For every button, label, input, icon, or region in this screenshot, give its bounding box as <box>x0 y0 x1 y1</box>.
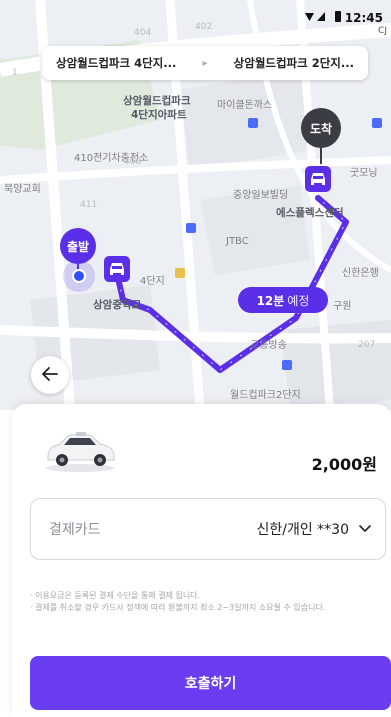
location-dot-icon <box>72 269 86 283</box>
taxi-icon <box>305 166 331 192</box>
map-label-road-406: 406 <box>124 157 142 167</box>
map-label-restaurant: 마이클돈까스 <box>217 100 273 111</box>
booking-sheet: 2,000원 결제카드 신한/개인 **30 · 이용요금은 등록된 결제 수단… <box>12 404 391 717</box>
status-bar: 12:45 <box>304 10 383 25</box>
payment-note: · 결제를 취소할 경우 카드사 정책에 따라 환불까지 최소 2~3일까지 소… <box>30 603 326 612</box>
map-label-apt4-sub: 4단지아파트 <box>131 109 187 121</box>
map-label-broadcast: 교통방송 <box>250 340 287 351</box>
route-destination[interactable]: 상암월드컵파크 2단지... <box>234 55 354 71</box>
chevron-right-icon: ▸ <box>202 57 208 69</box>
map-label-road-404: 404 <box>134 28 152 38</box>
battery-icon <box>334 10 341 25</box>
car-icon <box>42 426 118 476</box>
signal-icon <box>304 11 331 25</box>
destination-marker[interactable]: 도착 <box>301 108 341 148</box>
map-label-road-207: 207 <box>358 340 376 350</box>
destination-label: 도착 <box>309 121 333 136</box>
map-label-school-num: 4단지 <box>140 276 165 287</box>
map-label-goodmorning: 굿모닝 <box>350 168 378 179</box>
origin-label: 출발 <box>66 239 90 254</box>
map-label-jtbc: JTBC <box>226 236 249 247</box>
payment-value[interactable]: 신한/개인 **30 <box>256 519 349 539</box>
payment-method-select[interactable]: 결제카드 신한/개인 **30 <box>30 498 386 560</box>
map-label-es-center: 에스플렉스센터 <box>276 207 344 219</box>
map-label-jungang: 중앙일보빌딩 <box>233 190 289 201</box>
fare-amount: 2,000원 <box>311 455 377 474</box>
eta-suffix: 예정 <box>287 293 310 308</box>
map-label-school: 상암중학교 <box>93 299 142 311</box>
status-time: 12:45 <box>344 10 383 25</box>
map-label-road-1: 1 <box>12 68 18 78</box>
map-label-apt4: 상암월드컵파크 <box>123 95 191 107</box>
back-button[interactable] <box>31 356 69 394</box>
route-summary[interactable]: 상암월드컵파크 4단지... ▸ 상암월드컵파크 2단지... <box>42 46 368 80</box>
map-label-church: 북양교회 <box>4 184 41 195</box>
eta-minutes: 12분 <box>256 293 285 308</box>
taxi-icon <box>104 256 130 282</box>
payment-label: 결제카드 <box>49 522 101 538</box>
origin-marker[interactable]: 출발 <box>60 228 96 264</box>
payment-note: · 이용요금은 등록된 결제 수단을 통해 결제 됩니다. <box>30 591 201 600</box>
back-arrow-icon <box>42 366 58 385</box>
chevron-down-icon[interactable] <box>359 525 371 533</box>
map-label-gugwon: 구원 <box>333 301 352 312</box>
map-label-road-402: 402 <box>195 22 213 32</box>
payment-notes: · 이용요금은 등록된 결제 수단을 통해 결제 됩니다. · 결제를 취소할 … <box>30 590 386 614</box>
map-label-apt2: 월드컵파크2단지 <box>230 390 301 401</box>
map-label-shinhan: 신한은행 <box>342 268 379 279</box>
status-carrier: CJ <box>378 26 387 36</box>
call-taxi-label: 호출하기 <box>184 676 237 692</box>
eta-badge: 12분 예정 <box>238 287 328 313</box>
route-origin[interactable]: 상암월드컵파크 4단지... <box>56 55 176 71</box>
map-label-road-411: 411 <box>80 200 98 210</box>
call-taxi-button[interactable]: 호출하기 <box>30 656 391 710</box>
destination-pin-tail <box>320 148 322 164</box>
